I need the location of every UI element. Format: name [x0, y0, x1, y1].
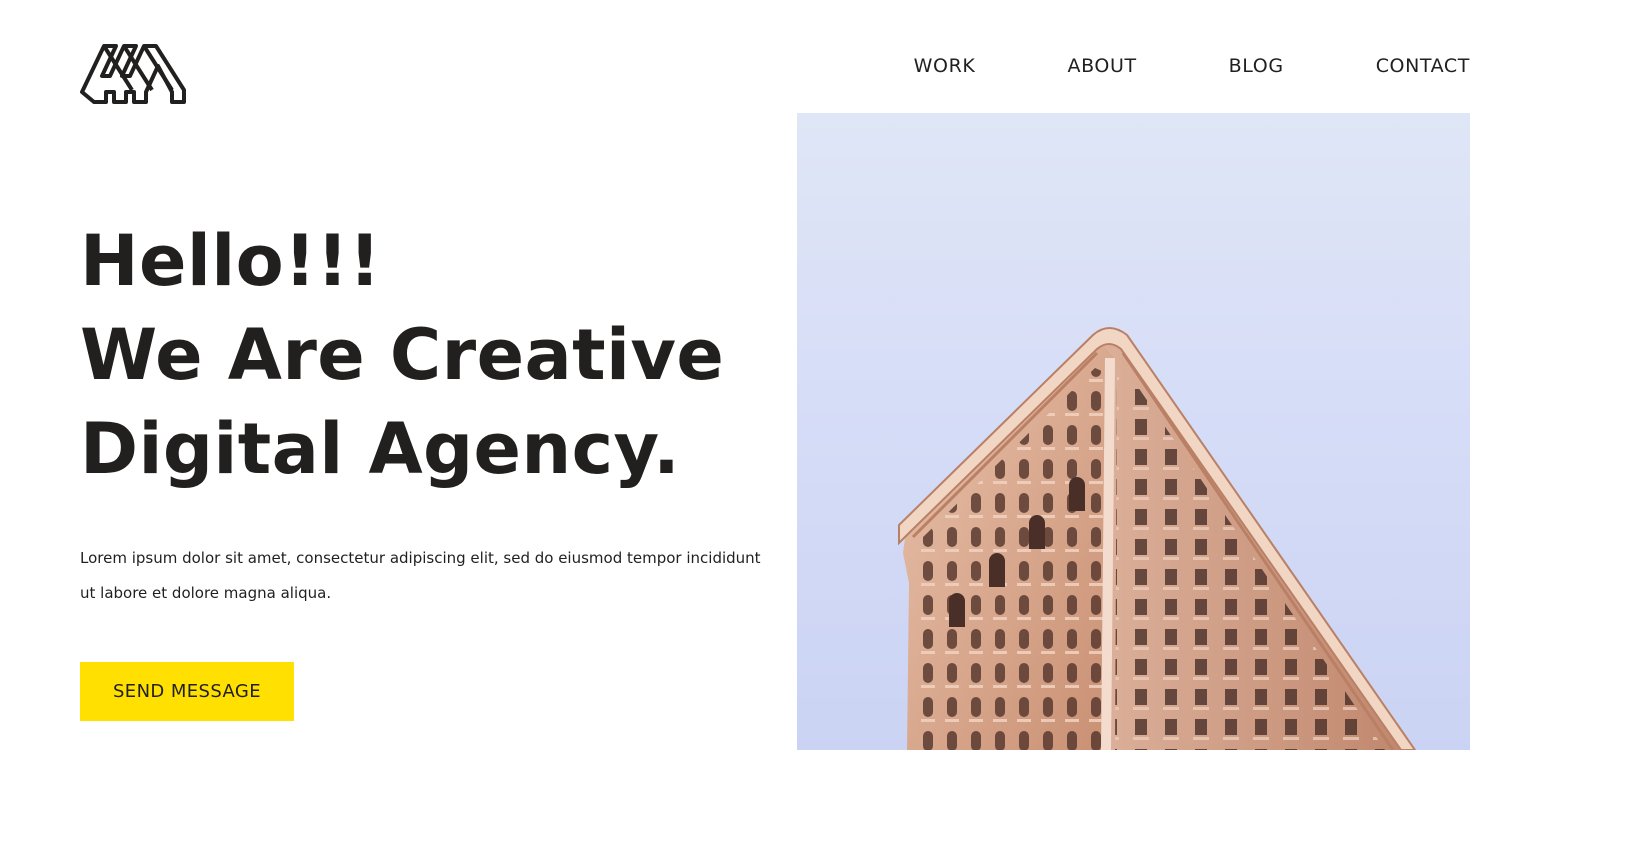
send-message-button[interactable]: SEND MESSAGE	[80, 662, 294, 721]
hero-title-line-1: Hello!!!	[80, 220, 382, 302]
nav-item-work[interactable]: WORK	[914, 54, 976, 78]
hero-title: Hello!!! We Are Creative Digital Agency.	[80, 214, 724, 496]
nav-item-blog[interactable]: BLOG	[1229, 54, 1284, 78]
main-nav: WORK ABOUT BLOG CONTACT	[914, 54, 1470, 78]
logo-icon[interactable]	[80, 40, 188, 106]
landing-page: WORK ABOUT BLOG CONTACT Hello!!! We Are …	[0, 0, 1650, 868]
hero-building-image	[797, 113, 1470, 750]
nav-item-about[interactable]: ABOUT	[1067, 54, 1136, 78]
hero-title-line-2: We Are Creative	[80, 314, 725, 396]
hero-title-line-3: Digital Agency.	[80, 408, 681, 490]
nav-item-contact[interactable]: CONTACT	[1376, 54, 1470, 78]
hero-description: Lorem ipsum dolor sit amet, consectetur …	[80, 549, 761, 602]
